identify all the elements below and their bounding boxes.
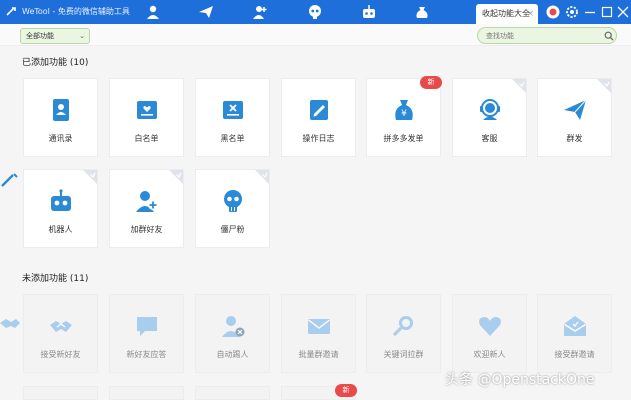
new-badge: 新 bbox=[420, 76, 442, 89]
money-bag-nav-icon[interactable] bbox=[414, 4, 430, 20]
card-label: 通讯录 bbox=[48, 134, 73, 143]
feature-card-operation-log[interactable]: 操作日志 bbox=[281, 78, 356, 157]
feature-card-whitelist[interactable]: 白名单 bbox=[109, 78, 184, 157]
card-label: 僵尸粉 bbox=[220, 225, 245, 234]
money-bag-icon: ¥ bbox=[394, 100, 413, 120]
remove-corner-icon[interactable] bbox=[597, 79, 611, 93]
feature-card-partial[interactable] bbox=[109, 386, 184, 400]
operation-log-icon bbox=[309, 100, 328, 120]
paper-plane-icon bbox=[563, 99, 586, 120]
user-nav-icon[interactable] bbox=[145, 4, 161, 20]
paper-plane-nav-icon[interactable] bbox=[198, 4, 214, 20]
blacklist-icon bbox=[222, 101, 243, 119]
feature-card-accept-new-friend[interactable]: 接受新好友 bbox=[23, 294, 98, 373]
feature-card-pinduoduo[interactable]: ¥ 拼多多发单 bbox=[366, 78, 441, 157]
feature-filter-select[interactable]: 全部功能 ⌄ bbox=[20, 28, 90, 44]
card-label: 加群好友 bbox=[130, 225, 163, 234]
minimize-icon[interactable] bbox=[582, 4, 598, 20]
card-label: 关键词拉群 bbox=[383, 350, 424, 359]
magic-wand-icon bbox=[1, 173, 18, 187]
collapse-features-tab[interactable]: 收起功能大全 × bbox=[476, 4, 538, 24]
remove-corner-icon[interactable] bbox=[169, 170, 183, 184]
search-icon[interactable] bbox=[604, 31, 614, 41]
added-features-heading: 已添加功能 (10) bbox=[22, 58, 89, 68]
add-user-nav-icon[interactable] bbox=[252, 4, 268, 20]
feature-card-welcome-newcomer[interactable]: 欢迎新人 bbox=[452, 294, 527, 373]
chevron-down-icon: ⌄ bbox=[79, 32, 85, 40]
chat-bubble-icon bbox=[136, 317, 157, 336]
feature-card-batch-group-invite[interactable]: 批量群邀请 bbox=[281, 294, 356, 373]
remove-corner-icon[interactable] bbox=[83, 170, 97, 184]
toolbar: 全部功能 ⌄ bbox=[0, 24, 631, 46]
wetool-logo-icon bbox=[6, 7, 16, 16]
notification-icon[interactable] bbox=[545, 4, 561, 20]
remove-corner-icon[interactable] bbox=[512, 79, 526, 93]
close-icon[interactable]: × bbox=[526, 4, 534, 24]
robot-icon bbox=[50, 189, 71, 211]
card-label: 新好友应答 bbox=[126, 350, 167, 359]
feature-card-zombie-fans[interactable]: 僵尸粉 bbox=[195, 169, 270, 248]
app-title: WeTool - 免费的微信辅助工具 bbox=[22, 7, 130, 16]
add-friend-icon bbox=[135, 191, 158, 212]
card-label: 黑名单 bbox=[220, 134, 245, 143]
feature-card-contacts[interactable]: 通讯录 bbox=[23, 78, 98, 157]
card-label: 操作日志 bbox=[302, 134, 335, 143]
customer-service-icon bbox=[479, 99, 500, 120]
remove-corner-icon[interactable] bbox=[255, 170, 269, 184]
feature-card-add-group-friend[interactable]: 加群好友 bbox=[109, 169, 184, 248]
feature-card-robot[interactable]: 机器人 bbox=[23, 169, 98, 248]
close-window-icon[interactable] bbox=[615, 4, 631, 20]
robot-nav-icon[interactable] bbox=[361, 4, 377, 20]
card-label: 白名单 bbox=[134, 134, 159, 143]
handshake-edge-icon bbox=[0, 319, 20, 328]
svg-text:¥: ¥ bbox=[401, 109, 407, 119]
card-label: 客服 bbox=[481, 134, 498, 143]
settings-gear-icon[interactable] bbox=[564, 4, 580, 20]
feature-card-customer-service[interactable]: 客服 bbox=[452, 78, 527, 157]
card-label: 群发 bbox=[566, 134, 583, 143]
feature-card-mass-send[interactable]: 群发 bbox=[537, 78, 612, 157]
heart-icon bbox=[478, 317, 501, 336]
feature-card-new-friend-reply[interactable]: 新好友应答 bbox=[109, 294, 184, 373]
unadded-features-heading: 未添加功能 (11) bbox=[22, 274, 89, 284]
feature-card-partial[interactable] bbox=[195, 386, 270, 400]
card-label: 接受群邀请 bbox=[554, 350, 595, 359]
watermark: 头条 @OpenstackOne bbox=[445, 372, 595, 388]
envelope-icon bbox=[307, 319, 330, 334]
filter-select-value: 全部功能 bbox=[26, 32, 54, 40]
card-label: 拼多多发单 bbox=[383, 134, 424, 143]
feature-card-blacklist[interactable]: 黑名单 bbox=[195, 78, 270, 157]
card-label: 批量群邀请 bbox=[298, 350, 339, 359]
maximize-icon[interactable] bbox=[599, 4, 615, 20]
card-label: 欢迎新人 bbox=[473, 350, 506, 359]
contacts-book-icon bbox=[52, 99, 69, 121]
handshake-icon bbox=[49, 321, 72, 332]
collapse-tab-label: 收起功能大全 bbox=[482, 9, 530, 18]
card-label: 接受新好友 bbox=[40, 350, 81, 359]
whitelist-icon bbox=[136, 101, 157, 119]
title-bar: WeTool - 免费的微信辅助工具 收起功能大全 × bbox=[0, 0, 631, 24]
feature-card-accept-group-invite[interactable]: 接受群邀请 bbox=[537, 294, 612, 373]
magnifier-icon bbox=[392, 316, 413, 337]
new-badge: 新 bbox=[335, 384, 357, 397]
open-envelope-icon bbox=[563, 316, 586, 336]
skull-icon bbox=[223, 190, 242, 212]
feature-card-partial[interactable] bbox=[23, 386, 98, 400]
card-label: 机器人 bbox=[48, 225, 73, 234]
skull-nav-icon[interactable] bbox=[307, 4, 323, 20]
feature-card-keyword-group[interactable]: 关键词拉群 bbox=[366, 294, 441, 373]
card-label: 自动踢人 bbox=[216, 350, 249, 359]
feature-card-auto-kick[interactable]: 自动踢人 bbox=[195, 294, 270, 373]
search-input[interactable] bbox=[477, 27, 617, 44]
kick-user-icon bbox=[221, 316, 244, 337]
